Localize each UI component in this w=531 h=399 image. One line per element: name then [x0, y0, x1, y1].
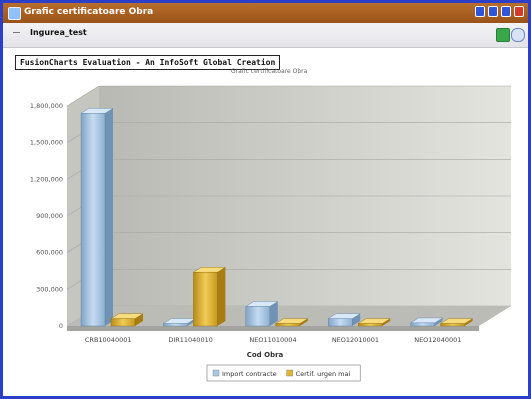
bar-certif-urgen-mai[interactable]: [110, 318, 136, 327]
legend-swatch: [212, 369, 220, 377]
x-axis-title: Cod Obra: [247, 351, 284, 359]
bar-certif-urgen-mai[interactable]: [358, 323, 383, 327]
legend-swatch: [286, 369, 293, 377]
chart-floor-edge: [67, 326, 479, 331]
bar-chart: 0 300,000 600,000 900,000 1,200,000 1,500,000…: [30, 85, 511, 382]
bar-certif-urgen-mai[interactable]: [275, 323, 300, 327]
x-tick-label: CRB10040001: [85, 336, 132, 344]
bar-import-contracte[interactable]: [328, 318, 353, 327]
bar-certif-urgen-mai[interactable]: [193, 272, 218, 327]
y-tick-label: 1,500,000: [30, 139, 63, 147]
legend-label: Certif. urgen mai: [296, 370, 351, 378]
x-tick-label: NEO11010004: [249, 336, 296, 344]
bar-import-contracte[interactable]: [410, 322, 435, 327]
bar-import-contracte[interactable]: [80, 113, 106, 327]
bar-side: [217, 267, 226, 326]
bar-import-contracte[interactable]: [245, 306, 271, 327]
y-tick-label: 1,800,000: [30, 102, 63, 110]
bar-side: [105, 108, 113, 326]
y-tick-label: 600,000: [36, 249, 63, 257]
bar-import-contracte[interactable]: [163, 323, 188, 327]
legend-label: Import contracte: [222, 370, 277, 378]
x-tick-label: NEO12040001: [414, 336, 461, 344]
y-tick-label: 0: [59, 322, 63, 330]
y-tick-label: 900,000: [36, 212, 63, 220]
x-tick-label: NEO12010001: [332, 336, 379, 344]
app-window: Grafic certificatoare Obra Ingurea_test …: [0, 0, 531, 399]
y-tick-label: 1,200,000: [30, 175, 63, 183]
legend: Import contracte Certif. urgen mai: [206, 364, 361, 382]
x-tick-label: DIR11040010: [168, 336, 213, 344]
y-tick-label: 300,000: [36, 285, 63, 293]
bar-certif-urgen-mai[interactable]: [440, 323, 465, 327]
